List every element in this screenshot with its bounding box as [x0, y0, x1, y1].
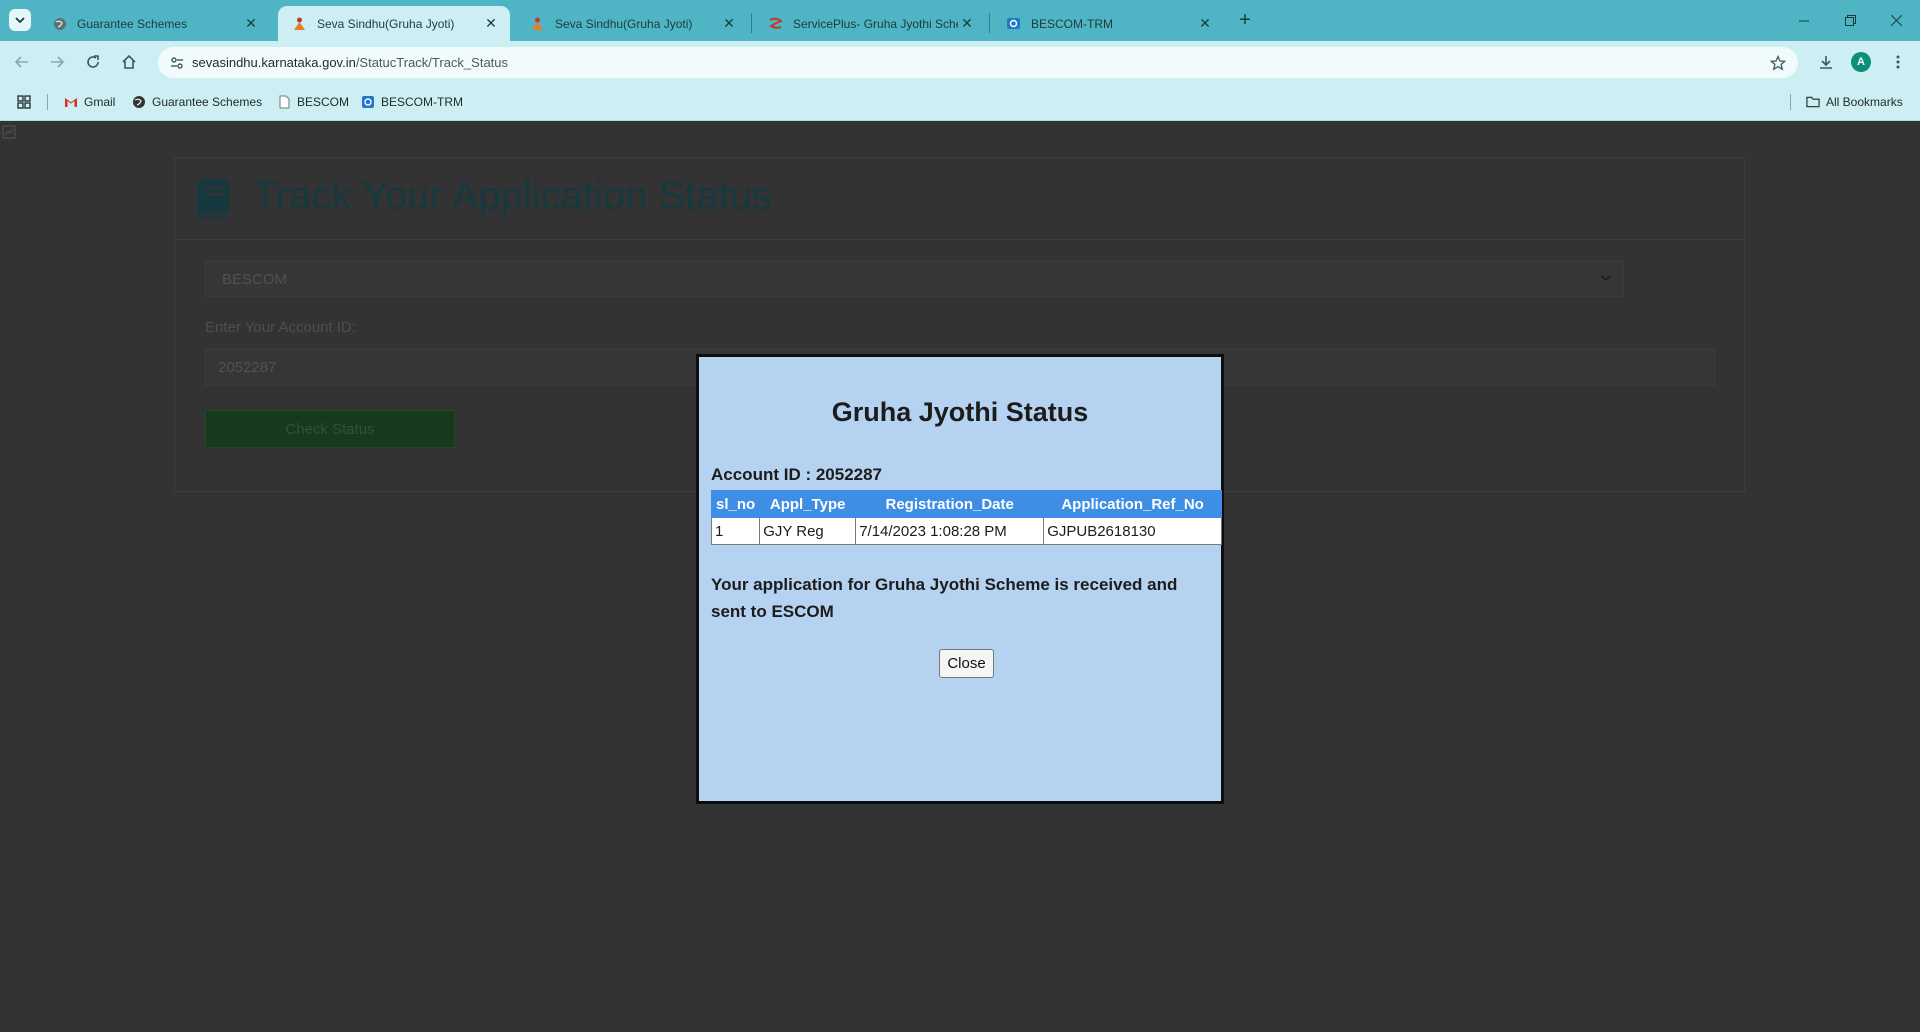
- site-info-icon[interactable]: [166, 52, 187, 73]
- dialog-title: Gruha Jyothi Status: [831, 397, 1089, 427]
- tab-seva-sindhu[interactable]: Seva Sindhu(Gruha Jyoti) ✕: [516, 6, 748, 41]
- bookmark-bescom-trm[interactable]: BESCOM-TRM: [361, 90, 463, 114]
- column-header-application-ref-no: Application_Ref_No: [1043, 490, 1222, 518]
- new-tab-button[interactable]: +: [1234, 9, 1256, 31]
- folder-icon: [1806, 95, 1820, 109]
- gmail-icon: [64, 95, 78, 109]
- window-close-button[interactable]: [1873, 0, 1919, 41]
- bookmarks-bar: Gmail Guarantee Schemes BESCOM BESCOM-TR…: [0, 84, 1920, 121]
- arrow-left-icon: [14, 56, 28, 68]
- url-text: sevasindhu.karnataka.gov.in/StatucTrack/…: [192, 55, 508, 70]
- bookmarks-separator: [47, 94, 48, 110]
- tab-seva-sindhu-active[interactable]: Seva Sindhu(Gruha Jyoti) ✕: [278, 6, 510, 41]
- apps-button[interactable]: [17, 90, 31, 114]
- table-header-row: sl_no Appl_Type Registration_Date Applic…: [710, 490, 1222, 518]
- minimize-button[interactable]: [1781, 0, 1827, 41]
- reload-button[interactable]: [79, 48, 107, 76]
- restore-button[interactable]: [1827, 0, 1873, 41]
- page-title: Track Your Application Status: [253, 174, 772, 218]
- bookmark-gmail[interactable]: Gmail: [64, 90, 115, 114]
- bookmark-label: BESCOM: [297, 95, 350, 109]
- status-message: Your application for Gruha Jyothi Scheme…: [711, 575, 1178, 621]
- url-path: /StatucTrack/Track_Status: [355, 55, 509, 70]
- cell-appl-type: GJY Reg: [759, 517, 857, 545]
- all-bookmarks-button[interactable]: All Bookmarks: [1806, 90, 1903, 114]
- escom-select-value: BESCOM: [222, 271, 288, 288]
- avatar: A: [1851, 52, 1871, 72]
- bookmark-label: BESCOM-TRM: [381, 95, 463, 109]
- all-bookmarks-label: All Bookmarks: [1826, 95, 1903, 109]
- tab-bescom-trm[interactable]: BESCOM-TRM ✕: [992, 6, 1224, 41]
- close-icon[interactable]: ✕: [958, 15, 976, 33]
- forward-button[interactable]: [43, 48, 71, 76]
- profile-button[interactable]: A: [1847, 48, 1875, 76]
- escom-select[interactable]: BESCOM: [205, 260, 1624, 297]
- apps-grid-icon: [17, 95, 31, 109]
- status-table: sl_no Appl_Type Registration_Date Applic…: [710, 490, 1222, 545]
- account-id-line: Account ID : 2052287: [711, 465, 883, 484]
- tab-serviceplus[interactable]: ServicePlus- Gruha Jyothi Sche ✕: [754, 6, 986, 41]
- url-domain: sevasindhu.karnataka.gov.in: [192, 55, 356, 70]
- card-header: Track Your Application Status: [175, 158, 1744, 240]
- seva-sindhu-icon: [530, 16, 545, 31]
- broken-image-icon: [2, 125, 16, 139]
- cell-registration-date: 7/14/2023 1:08:28 PM: [855, 517, 1045, 545]
- book-icon: [197, 179, 229, 219]
- tab-search-button[interactable]: [9, 9, 31, 31]
- downloads-button[interactable]: [1812, 48, 1840, 76]
- chevron-down-icon: [15, 17, 25, 24]
- close-icon[interactable]: ✕: [482, 15, 500, 33]
- address-bar[interactable]: sevasindhu.karnataka.gov.in/StatucTrack/…: [158, 47, 1798, 78]
- serviceplus-icon: [768, 16, 783, 31]
- tab-title: BESCOM-TRM: [1031, 16, 1113, 31]
- close-icon: [1890, 15, 1902, 26]
- bookmark-bescom[interactable]: BESCOM: [277, 90, 349, 114]
- close-icon[interactable]: ✕: [720, 15, 738, 33]
- tab-title: Seva Sindhu(Gruha Jyoti): [555, 16, 693, 31]
- gruha-jyothi-status-dialog: Gruha Jyothi Status Account ID : 2052287…: [696, 354, 1224, 804]
- chevron-down-icon: [1601, 275, 1611, 282]
- column-header-sl-no: sl_no: [710, 490, 761, 518]
- bookmark-label: Guarantee Schemes: [152, 95, 263, 109]
- column-header-registration-date: Registration_Date: [855, 490, 1045, 518]
- arrow-right-icon: [51, 56, 65, 68]
- tab-title: Seva Sindhu(Gruha Jyoti): [317, 16, 455, 31]
- bookmark-label: Gmail: [84, 95, 116, 109]
- page-icon: [277, 95, 291, 109]
- table-row: 1 GJY Reg 7/14/2023 1:08:28 PM GJPUB2618…: [710, 517, 1222, 545]
- bookmark-star-icon[interactable]: [1767, 52, 1788, 73]
- more-vert-icon: [1896, 55, 1900, 69]
- page-content: Track Your Application Status BESCOM Ent…: [0, 121, 1920, 1032]
- download-icon: [1820, 56, 1832, 69]
- home-button[interactable]: [115, 48, 143, 76]
- home-icon: [122, 54, 136, 69]
- check-status-button[interactable]: Check Status: [205, 410, 455, 448]
- bescom-trm-icon: [1006, 16, 1021, 31]
- cell-sl-no: 1: [710, 517, 761, 545]
- close-button[interactable]: Close: [939, 649, 994, 678]
- back-button[interactable]: [8, 48, 36, 76]
- menu-button[interactable]: [1884, 48, 1912, 76]
- minimize-icon: [1799, 20, 1809, 21]
- browser-toolbar: sevasindhu.karnataka.gov.in/StatucTrack/…: [0, 41, 1920, 84]
- tab-separator: [989, 13, 990, 33]
- account-id-label: Enter Your Account ID:: [205, 319, 356, 336]
- tab-separator: [751, 13, 752, 33]
- tab-title: Guarantee Schemes: [77, 16, 188, 31]
- tab-guarantee-schemes[interactable]: Guarantee Schemes ✕: [38, 6, 270, 41]
- restore-icon: [1844, 15, 1856, 26]
- reload-icon: [87, 55, 99, 68]
- bookmarks-separator: [1790, 94, 1791, 110]
- bescom-trm-icon: [361, 95, 375, 109]
- seva-sindhu-icon: [292, 16, 307, 31]
- bookmark-guarantee-schemes[interactable]: Guarantee Schemes: [132, 90, 262, 114]
- close-icon[interactable]: ✕: [1196, 15, 1214, 33]
- cell-application-ref-no: GJPUB2618130: [1043, 517, 1222, 545]
- globe-icon: [52, 16, 67, 31]
- tab-title: ServicePlus- Gruha Jyothi Sche: [793, 16, 958, 31]
- globe-icon: [132, 95, 146, 109]
- close-icon[interactable]: ✕: [242, 15, 260, 33]
- tab-strip: Guarantee Schemes ✕ Seva Sindhu(Gruha Jy…: [0, 0, 1920, 41]
- column-header-appl-type: Appl_Type: [759, 490, 857, 518]
